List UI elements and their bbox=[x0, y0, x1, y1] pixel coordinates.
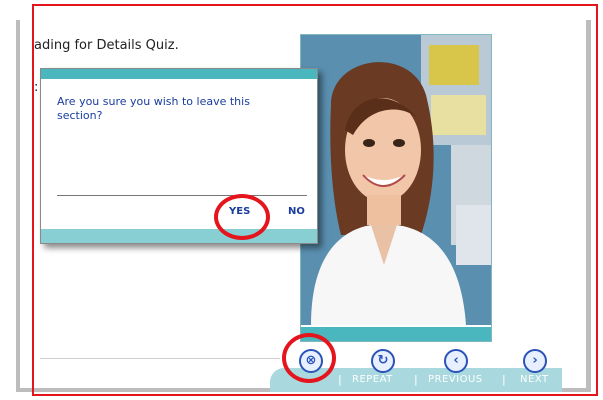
annotation-border bbox=[32, 4, 598, 396]
